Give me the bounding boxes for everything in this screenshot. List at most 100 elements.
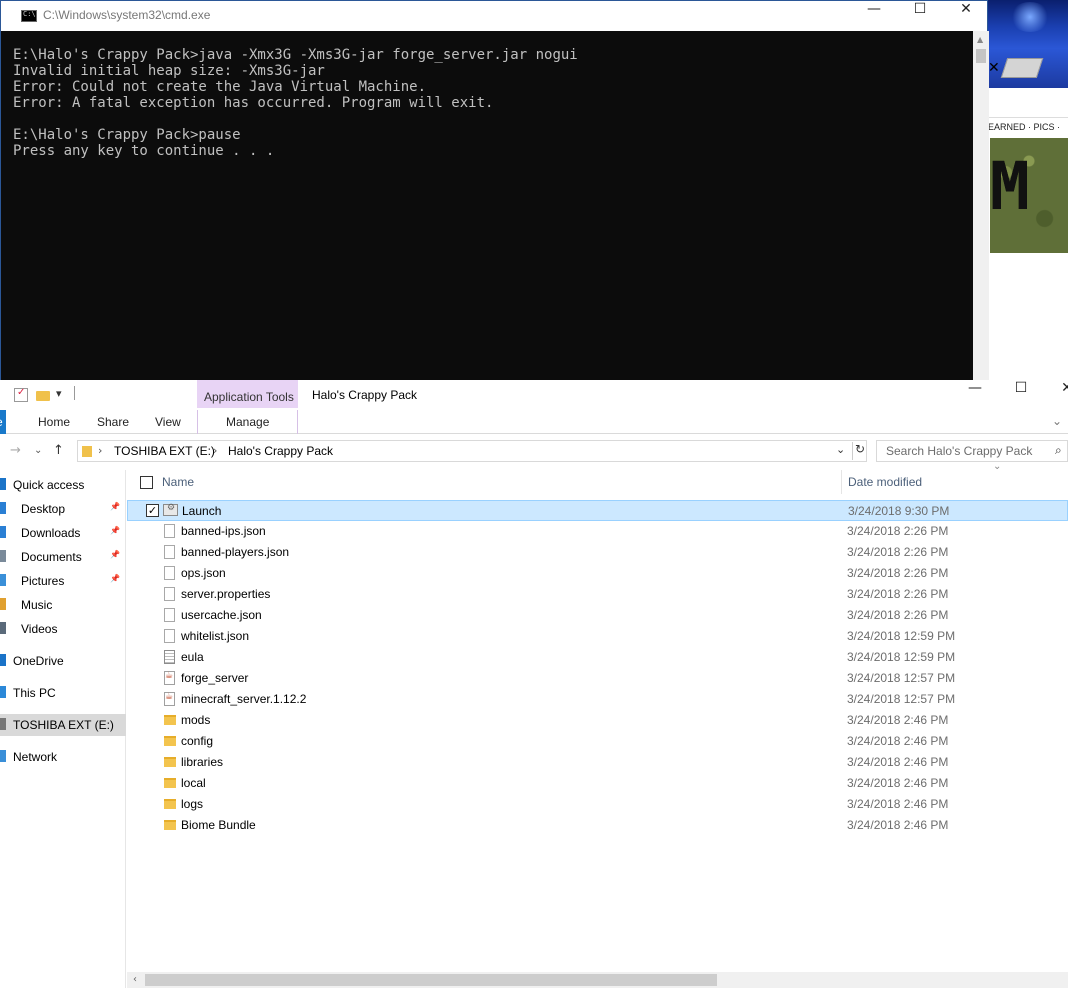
tab-home[interactable]: Home [38,415,70,429]
nav-item-music[interactable]: Music [0,594,126,616]
file-row[interactable]: libraries 3/24/2018 2:46 PM [127,752,1068,773]
file-row[interactable]: local 3/24/2018 2:46 PM [127,773,1068,794]
select-all-checkbox[interactable] [140,476,153,489]
column-name-header[interactable]: Name [162,475,194,489]
folder-icon [164,778,176,788]
nav-item-desktop[interactable]: Desktop 📌 [0,498,126,520]
banner-logo: M [990,148,1030,225]
explorer-minimize-button[interactable]: — [952,380,998,410]
file-name: config [181,734,214,748]
file-name: banned-players.json [181,545,290,559]
scrollbar-thumb[interactable] [976,49,986,63]
address-dropdown-icon[interactable]: ⌄ [836,443,845,456]
scrollbar-thumb[interactable] [145,974,717,986]
search-input[interactable]: Search Halo's Crappy Pack [886,444,1032,458]
nav-item-onedrive[interactable]: OneDrive [0,650,126,672]
search-box[interactable]: Search Halo's Crappy Pack ⌕ [876,440,1068,462]
horizontal-scrollbar[interactable]: ‹ [127,972,1068,988]
file-row[interactable]: config 3/24/2018 2:46 PM [127,731,1068,752]
nav-item-downloads[interactable]: Downloads 📌 [0,522,126,544]
breadcrumb-folder[interactable]: Halo's Crappy Pack [228,444,333,458]
new-tab-button[interactable] [1000,58,1044,78]
nav-item-pictures[interactable]: Pictures 📌 [0,570,126,592]
file-icon [164,608,175,622]
tab-share[interactable]: Share [97,415,129,429]
pin-icon[interactable]: 📌 [110,550,120,559]
quick-access-dropdown-icon[interactable]: ▾ [56,387,70,401]
console-line: Invalid initial heap size: -Xms3G-jar [13,63,325,79]
scroll-up-icon[interactable]: ▲ [977,35,983,44]
address-bar-row: → ⌄ ↑ › TOSHIBA EXT (E:) › Halo's Crappy… [0,436,1068,466]
nav-item-documents[interactable]: Documents 📌 [0,546,126,568]
file-name: server.properties [181,587,271,601]
file-row[interactable]: logs 3/24/2018 2:46 PM [127,794,1068,815]
new-folder-icon[interactable] [36,391,50,401]
file-date-modified: 3/24/2018 9:30 PM [848,504,950,518]
scroll-left-icon[interactable]: ‹ [133,974,137,985]
pin-icon[interactable]: 📌 [110,526,120,535]
tab-view[interactable]: View [155,415,181,429]
column-divider[interactable] [841,470,842,494]
network-icon [0,750,6,762]
file-row[interactable]: minecraft_server.1.12.2 3/24/2018 12:57 P… [127,689,1068,710]
file-name: minecraft_server.1.12.2 [181,692,307,706]
application-tools-tab: Application Tools [197,380,298,408]
chevron-right-icon[interactable]: › [98,444,102,457]
browser-site-nav[interactable]: EARNED · PICS · [988,122,1060,132]
back-arrow-icon[interactable]: → [10,443,21,458]
properties-icon[interactable] [14,387,28,402]
file-row[interactable]: server.properties 3/24/2018 2:26 PM [127,584,1068,605]
up-arrow-icon[interactable]: ↑ [53,443,64,458]
explorer-maximize-button[interactable]: ☐ [998,380,1044,410]
cmd-close-button[interactable]: ✕ [943,1,989,31]
folder-icon [164,736,176,746]
pin-icon[interactable]: 📌 [110,502,120,511]
file-row[interactable]: mods 3/24/2018 2:46 PM [127,710,1068,731]
file-row[interactable]: forge_server 3/24/2018 12:57 PM [127,668,1068,689]
nav-item-quick-access[interactable]: Quick access [0,474,126,496]
column-date-header[interactable]: Date modified [848,475,922,489]
nav-item-videos[interactable]: Videos [0,618,126,640]
console-output[interactable]: E:\Halo's Crappy Pack>java -Xmx3G -Xms3G… [1,31,973,381]
file-name: Launch [182,504,222,518]
this-pc-icon [0,686,6,698]
breadcrumb-drive[interactable]: TOSHIBA EXT (E:) [114,444,215,458]
nav-item-network[interactable]: Network [0,746,126,768]
refresh-icon[interactable]: ↻ [852,442,865,460]
close-tab-icon[interactable]: ✕ [988,60,1000,76]
cmd-minimize-button[interactable]: — [851,1,897,31]
file-date-modified: 3/24/2018 2:26 PM [847,566,949,580]
file-date-modified: 3/24/2018 12:57 PM [847,692,956,706]
row-checkbox[interactable]: ✓ [146,504,159,517]
file-row[interactable]: banned-players.json 3/24/2018 2:26 PM [127,542,1068,563]
cmd-maximize-button[interactable]: ☐ [897,1,943,31]
file-row[interactable]: ✓ Launch 3/24/2018 9:30 PM [127,500,1068,521]
pin-icon[interactable]: 📌 [110,574,120,583]
file-row[interactable]: Biome Bundle 3/24/2018 2:46 PM [127,815,1068,836]
search-icon[interactable]: ⌕ [1055,443,1062,458]
file-date-modified: 3/24/2018 12:59 PM [847,650,956,664]
explorer-close-button[interactable]: ✕ [1044,380,1068,410]
toolbar-divider [74,386,75,400]
chevron-right-icon[interactable]: › [213,444,217,457]
nav-item-toshiba-ext-e[interactable]: TOSHIBA EXT (E:) [0,714,126,736]
nav-item-this-pc[interactable]: This PC [0,682,126,704]
console-scrollbar[interactable]: ▲ [973,31,989,381]
file-row[interactable]: eula 3/24/2018 12:59 PM [127,647,1068,668]
file-row[interactable]: whitelist.json 3/24/2018 12:59 PM [127,626,1068,647]
file-row[interactable]: banned-ips.json 3/24/2018 2:26 PM [127,521,1068,542]
tab-manage-container: Manage [197,410,298,434]
address-bar[interactable]: › TOSHIBA EXT (E:) › Halo's Crappy Pack … [77,440,867,462]
cmd-titlebar[interactable]: C:\Windows\system32\cmd.exe — ☐ ✕ [1,1,987,31]
file-name: forge_server [181,671,249,685]
file-row[interactable]: ops.json 3/24/2018 2:26 PM [127,563,1068,584]
file-row[interactable]: usercache.json 3/24/2018 2:26 PM [127,605,1068,626]
folder-icon [164,820,176,830]
expand-ribbon-icon[interactable]: ⌄ [1052,414,1062,428]
tab-file[interactable]: e [0,410,6,434]
documents-icon [0,550,6,562]
recent-locations-icon[interactable]: ⌄ [34,445,42,456]
explorer-titlebar[interactable]: ▾ Application Tools Halo's Crappy Pack —… [0,380,1068,410]
decorative-glow [1010,2,1050,32]
tab-manage[interactable]: Manage [226,415,269,429]
